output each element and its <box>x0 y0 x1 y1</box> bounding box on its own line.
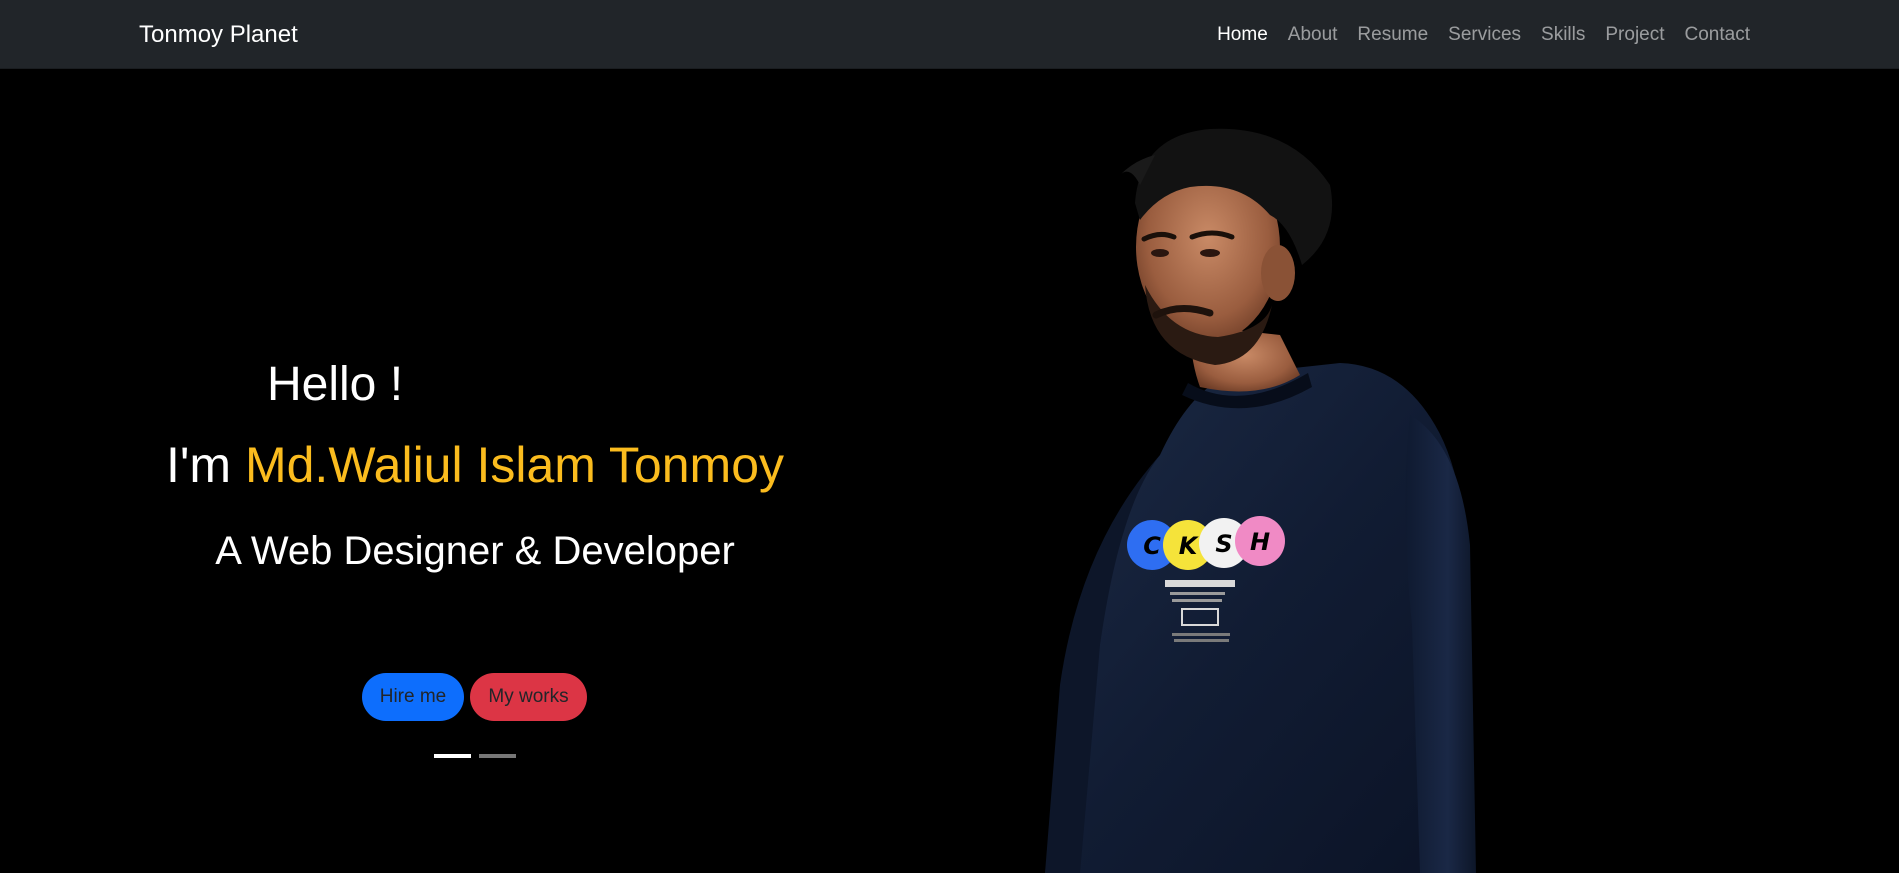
shirt-print-k: K <box>1179 532 1200 560</box>
intro-prefix: I'm <box>165 437 245 493</box>
nav-link-home[interactable]: Home <box>1217 22 1268 48</box>
hero-role: A Web Designer & Developer <box>215 529 735 573</box>
nav-link-contact[interactable]: Contact <box>1685 22 1750 48</box>
nav-link-skills[interactable]: Skills <box>1541 22 1585 48</box>
hero-greeting: Hello ! <box>266 358 404 411</box>
shirt-print-c: C <box>1143 532 1161 560</box>
profile-photo: C K S H <box>1045 128 1476 873</box>
hero-intro: I'm Md.Waliul Islam Tonmoy <box>0 436 950 494</box>
shirt-print-h: H <box>1250 528 1270 556</box>
carousel-indicator-2[interactable] <box>479 754 516 758</box>
brand-logo[interactable]: Tonmoy Planet <box>139 20 298 50</box>
shirt-print-s: S <box>1215 530 1232 558</box>
nav-link-services[interactable]: Services <box>1448 22 1521 48</box>
hero-name: Md.Waliul Islam Tonmoy <box>244 437 785 493</box>
nav-link-project[interactable]: Project <box>1605 22 1664 48</box>
carousel-indicator-1[interactable] <box>434 754 471 758</box>
my-works-button[interactable]: My works <box>470 673 587 721</box>
hire-me-button[interactable]: Hire me <box>362 673 464 721</box>
nav-link-resume[interactable]: Resume <box>1357 22 1428 48</box>
nav-link-about[interactable]: About <box>1288 22 1338 48</box>
nav-menu: Home About Resume Services Skills Projec… <box>1217 22 1750 48</box>
top-navbar: Tonmoy Planet Home About Resume Services… <box>0 0 1899 69</box>
